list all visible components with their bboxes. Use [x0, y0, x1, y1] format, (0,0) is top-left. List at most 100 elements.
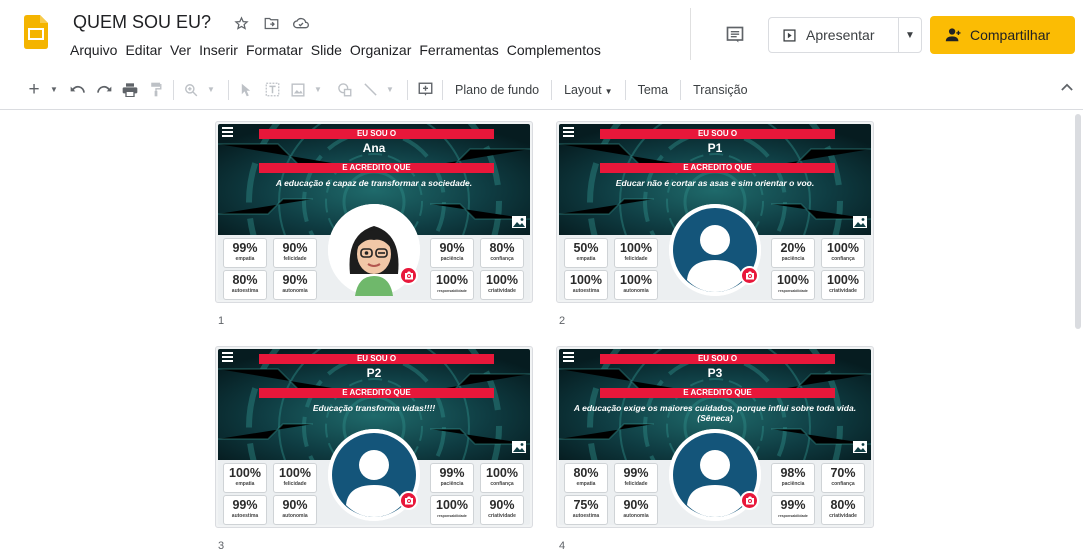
- present-dropdown-icon[interactable]: ▼: [899, 30, 921, 41]
- stat-value: 90%: [282, 273, 308, 287]
- slide-grid: [0, 111, 1083, 559]
- stat-label: criatividade: [829, 513, 857, 519]
- stat-value: 100%: [486, 466, 518, 480]
- stat-value: 99%: [232, 241, 258, 255]
- slide-thumbnail-3[interactable]: EU SOU O P2 E ACREDITO QUE Educação tran…: [215, 346, 533, 528]
- menu-editar[interactable]: Editar: [122, 42, 165, 58]
- stat-paciência: 99% paciência: [430, 463, 474, 493]
- menu-arquivo[interactable]: Arquivo: [67, 42, 120, 58]
- menu-ferramentas[interactable]: Ferramentas: [416, 42, 501, 58]
- stat-value: 99%: [439, 466, 465, 480]
- stat-label: autonomia: [623, 513, 649, 519]
- stat-value: 90%: [282, 241, 308, 255]
- stat-felicidade: 100% felicidade: [614, 238, 658, 268]
- stat-label: confiança: [490, 256, 514, 262]
- heading-mid: E ACREDITO QUE: [259, 163, 494, 173]
- stat-value: 100%: [620, 241, 652, 255]
- stat-value: 99%: [232, 498, 258, 512]
- star-icon[interactable]: [231, 13, 251, 33]
- background-button[interactable]: Plano de fundo: [450, 83, 544, 97]
- image-dropdown-icon[interactable]: ▼: [308, 77, 328, 103]
- stat-value: 90%: [489, 498, 515, 512]
- line-dropdown-icon[interactable]: ▼: [380, 77, 400, 103]
- line-icon[interactable]: [360, 77, 380, 103]
- stat-label: empatia: [576, 481, 596, 487]
- slides-app: QUEM SOU EU? Arquivo Editar Ver Inserir …: [0, 0, 1083, 559]
- stat-label: empatia: [235, 256, 255, 262]
- stat-criatividade: 100% criatividade: [480, 270, 524, 300]
- collapse-toolbar-icon[interactable]: [1061, 78, 1073, 94]
- move-folder-icon[interactable]: [261, 13, 281, 33]
- stat-paciência: 98% paciência: [771, 463, 815, 493]
- person-name: P2: [366, 366, 382, 380]
- stat-criatividade: 100% criatividade: [821, 270, 865, 300]
- stat-label: felicidade: [283, 481, 307, 487]
- transition-button[interactable]: Transição: [688, 83, 752, 97]
- stat-value: 100%: [777, 273, 809, 287]
- comment-add-icon[interactable]: [415, 77, 435, 103]
- zoom-dropdown-icon[interactable]: ▼: [201, 77, 221, 103]
- stat-label: empatia: [235, 481, 255, 487]
- stat-autoestima: 80% autoestima: [223, 270, 267, 300]
- stat-label: responsabilidade: [437, 289, 467, 293]
- select-icon[interactable]: [236, 77, 256, 103]
- stat-autonomia: 90% autonomia: [614, 495, 658, 525]
- menu-formatar[interactable]: Formatar: [243, 42, 306, 58]
- header-divider: [690, 8, 691, 60]
- menu-organizar[interactable]: Organizar: [347, 42, 414, 58]
- stat-value: 99%: [623, 466, 649, 480]
- stat-value: 100%: [436, 273, 468, 287]
- stat-label: autoestima: [572, 288, 600, 294]
- slides-logo-icon[interactable]: [24, 15, 48, 49]
- toolbar-divider: [228, 79, 229, 100]
- slide-thumbnail-2[interactable]: EU SOU O P1 E ACREDITO QUE Educar não é …: [556, 121, 874, 303]
- stat-label: criatividade: [488, 513, 516, 519]
- menu-inserir[interactable]: Inserir: [196, 42, 241, 58]
- cloud-status-icon[interactable]: [291, 13, 311, 33]
- image-icon[interactable]: [288, 77, 308, 103]
- menu-ver[interactable]: Ver: [167, 42, 194, 58]
- stat-criatividade: 80% criatividade: [821, 495, 865, 525]
- stat-felicidade: 90% felicidade: [273, 238, 317, 268]
- slide-thumbnail-4[interactable]: EU SOU O P3 E ACREDITO QUE A educação ex…: [556, 346, 874, 528]
- vertical-scrollbar[interactable]: [1075, 114, 1081, 329]
- menu-complementos[interactable]: Complementos: [504, 42, 604, 58]
- slide-number: 3: [218, 540, 225, 552]
- comments-icon[interactable]: [722, 22, 748, 48]
- document-title[interactable]: QUEM SOU EU?: [73, 12, 211, 33]
- slide-thumbnail-1[interactable]: EU SOU O Ana E ACREDITO QUE A educação é…: [215, 121, 533, 303]
- undo-icon[interactable]: [68, 77, 88, 103]
- stat-label: confiança: [831, 256, 855, 262]
- toolbar-divider: [680, 79, 682, 100]
- stat-felicidade: 99% felicidade: [614, 463, 658, 493]
- print-icon[interactable]: [120, 77, 140, 103]
- theme-button[interactable]: Tema: [633, 83, 674, 97]
- shape-icon[interactable]: [334, 77, 354, 103]
- zoom-icon[interactable]: [181, 77, 201, 103]
- new-slide-icon[interactable]: +: [24, 77, 44, 103]
- stat-responsabilidade: 99% responsabilidade: [771, 495, 815, 525]
- stat-value: 80%: [573, 466, 599, 480]
- new-slide-dropdown-icon[interactable]: ▼: [44, 77, 64, 103]
- layout-button[interactable]: Layout ▼: [559, 83, 617, 97]
- share-button[interactable]: Compartilhar: [930, 16, 1075, 54]
- stat-label: paciência: [440, 256, 464, 262]
- redo-icon[interactable]: [94, 77, 114, 103]
- menu-bar: Arquivo Editar Ver Inserir Formatar Slid…: [67, 42, 606, 58]
- stat-label: confiança: [490, 481, 514, 487]
- stat-value: 80%: [830, 498, 856, 512]
- stat-responsabilidade: 100% responsabilidade: [430, 495, 474, 525]
- stat-label: paciência: [781, 481, 805, 487]
- stat-label: criatividade: [829, 288, 857, 294]
- text-box-icon[interactable]: [262, 77, 282, 103]
- slide-number: 1: [218, 315, 225, 327]
- present-button[interactable]: Apresentar ▼: [768, 17, 922, 53]
- camera-icon: [740, 491, 759, 510]
- stat-value: 100%: [620, 273, 652, 287]
- menu-slide[interactable]: Slide: [308, 42, 345, 58]
- paint-format-icon[interactable]: [146, 77, 166, 103]
- stat-label: felicidade: [624, 481, 648, 487]
- stat-label: felicidade: [624, 256, 648, 262]
- present-icon: [783, 28, 796, 42]
- stat-label: paciência: [781, 256, 805, 262]
